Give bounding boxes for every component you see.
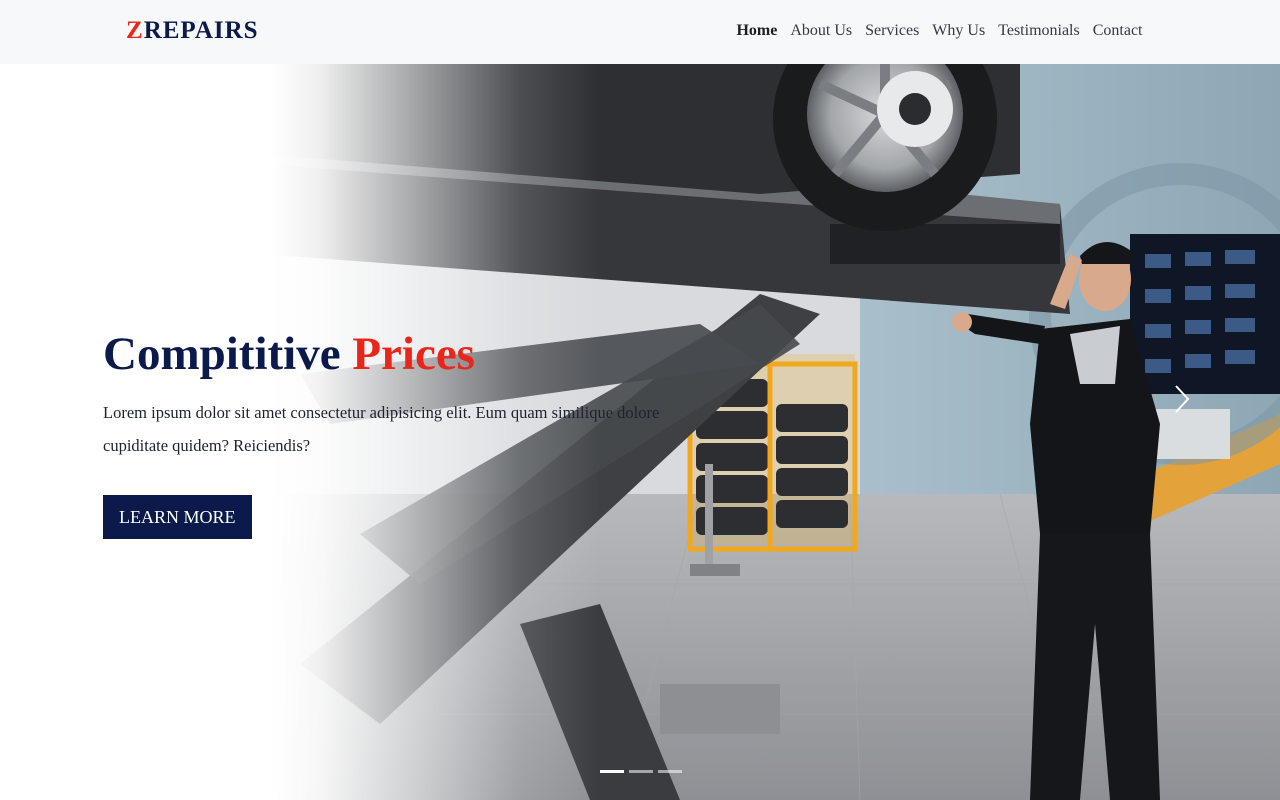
nav-link-services[interactable]: Services (859, 20, 926, 42)
brand-logo-text: REPAIRS (143, 17, 259, 44)
nav-links: Home About Us Services Why Us Testimonia… (730, 20, 1149, 42)
nav-link-contact[interactable]: Contact (1086, 20, 1149, 42)
brand-logo[interactable]: ZREPAIRS (126, 16, 259, 46)
learn-more-button[interactable]: LEARN MORE (103, 495, 252, 539)
hero-content: Compititive Prices Lorem ipsum dolor sit… (103, 326, 683, 539)
hero-title-accent: Prices (352, 328, 475, 380)
nav-link-why-us[interactable]: Why Us (926, 20, 992, 42)
hero-title-main: Compititive (103, 328, 341, 380)
carousel-next-button[interactable] (1170, 382, 1194, 416)
navbar: ZREPAIRS Home About Us Services Why Us T… (0, 0, 1280, 64)
nav-link-home[interactable]: Home (730, 20, 784, 42)
hero-title: Compititive Prices (103, 326, 683, 382)
carousel-indicator-3[interactable] (658, 770, 682, 773)
brand-logo-z: Z (126, 17, 144, 44)
hero-description: Lorem ipsum dolor sit amet consectetur a… (103, 403, 660, 455)
carousel-indicator-1[interactable] (600, 770, 624, 773)
nav-link-testimonials[interactable]: Testimonials (992, 20, 1087, 42)
nav-link-about-us[interactable]: About Us (784, 20, 859, 42)
hero-carousel: Compititive Prices Lorem ipsum dolor sit… (0, 64, 1280, 800)
chevron-right-icon (1175, 385, 1190, 413)
carousel-indicators (600, 770, 682, 773)
carousel-indicator-2[interactable] (629, 770, 653, 773)
